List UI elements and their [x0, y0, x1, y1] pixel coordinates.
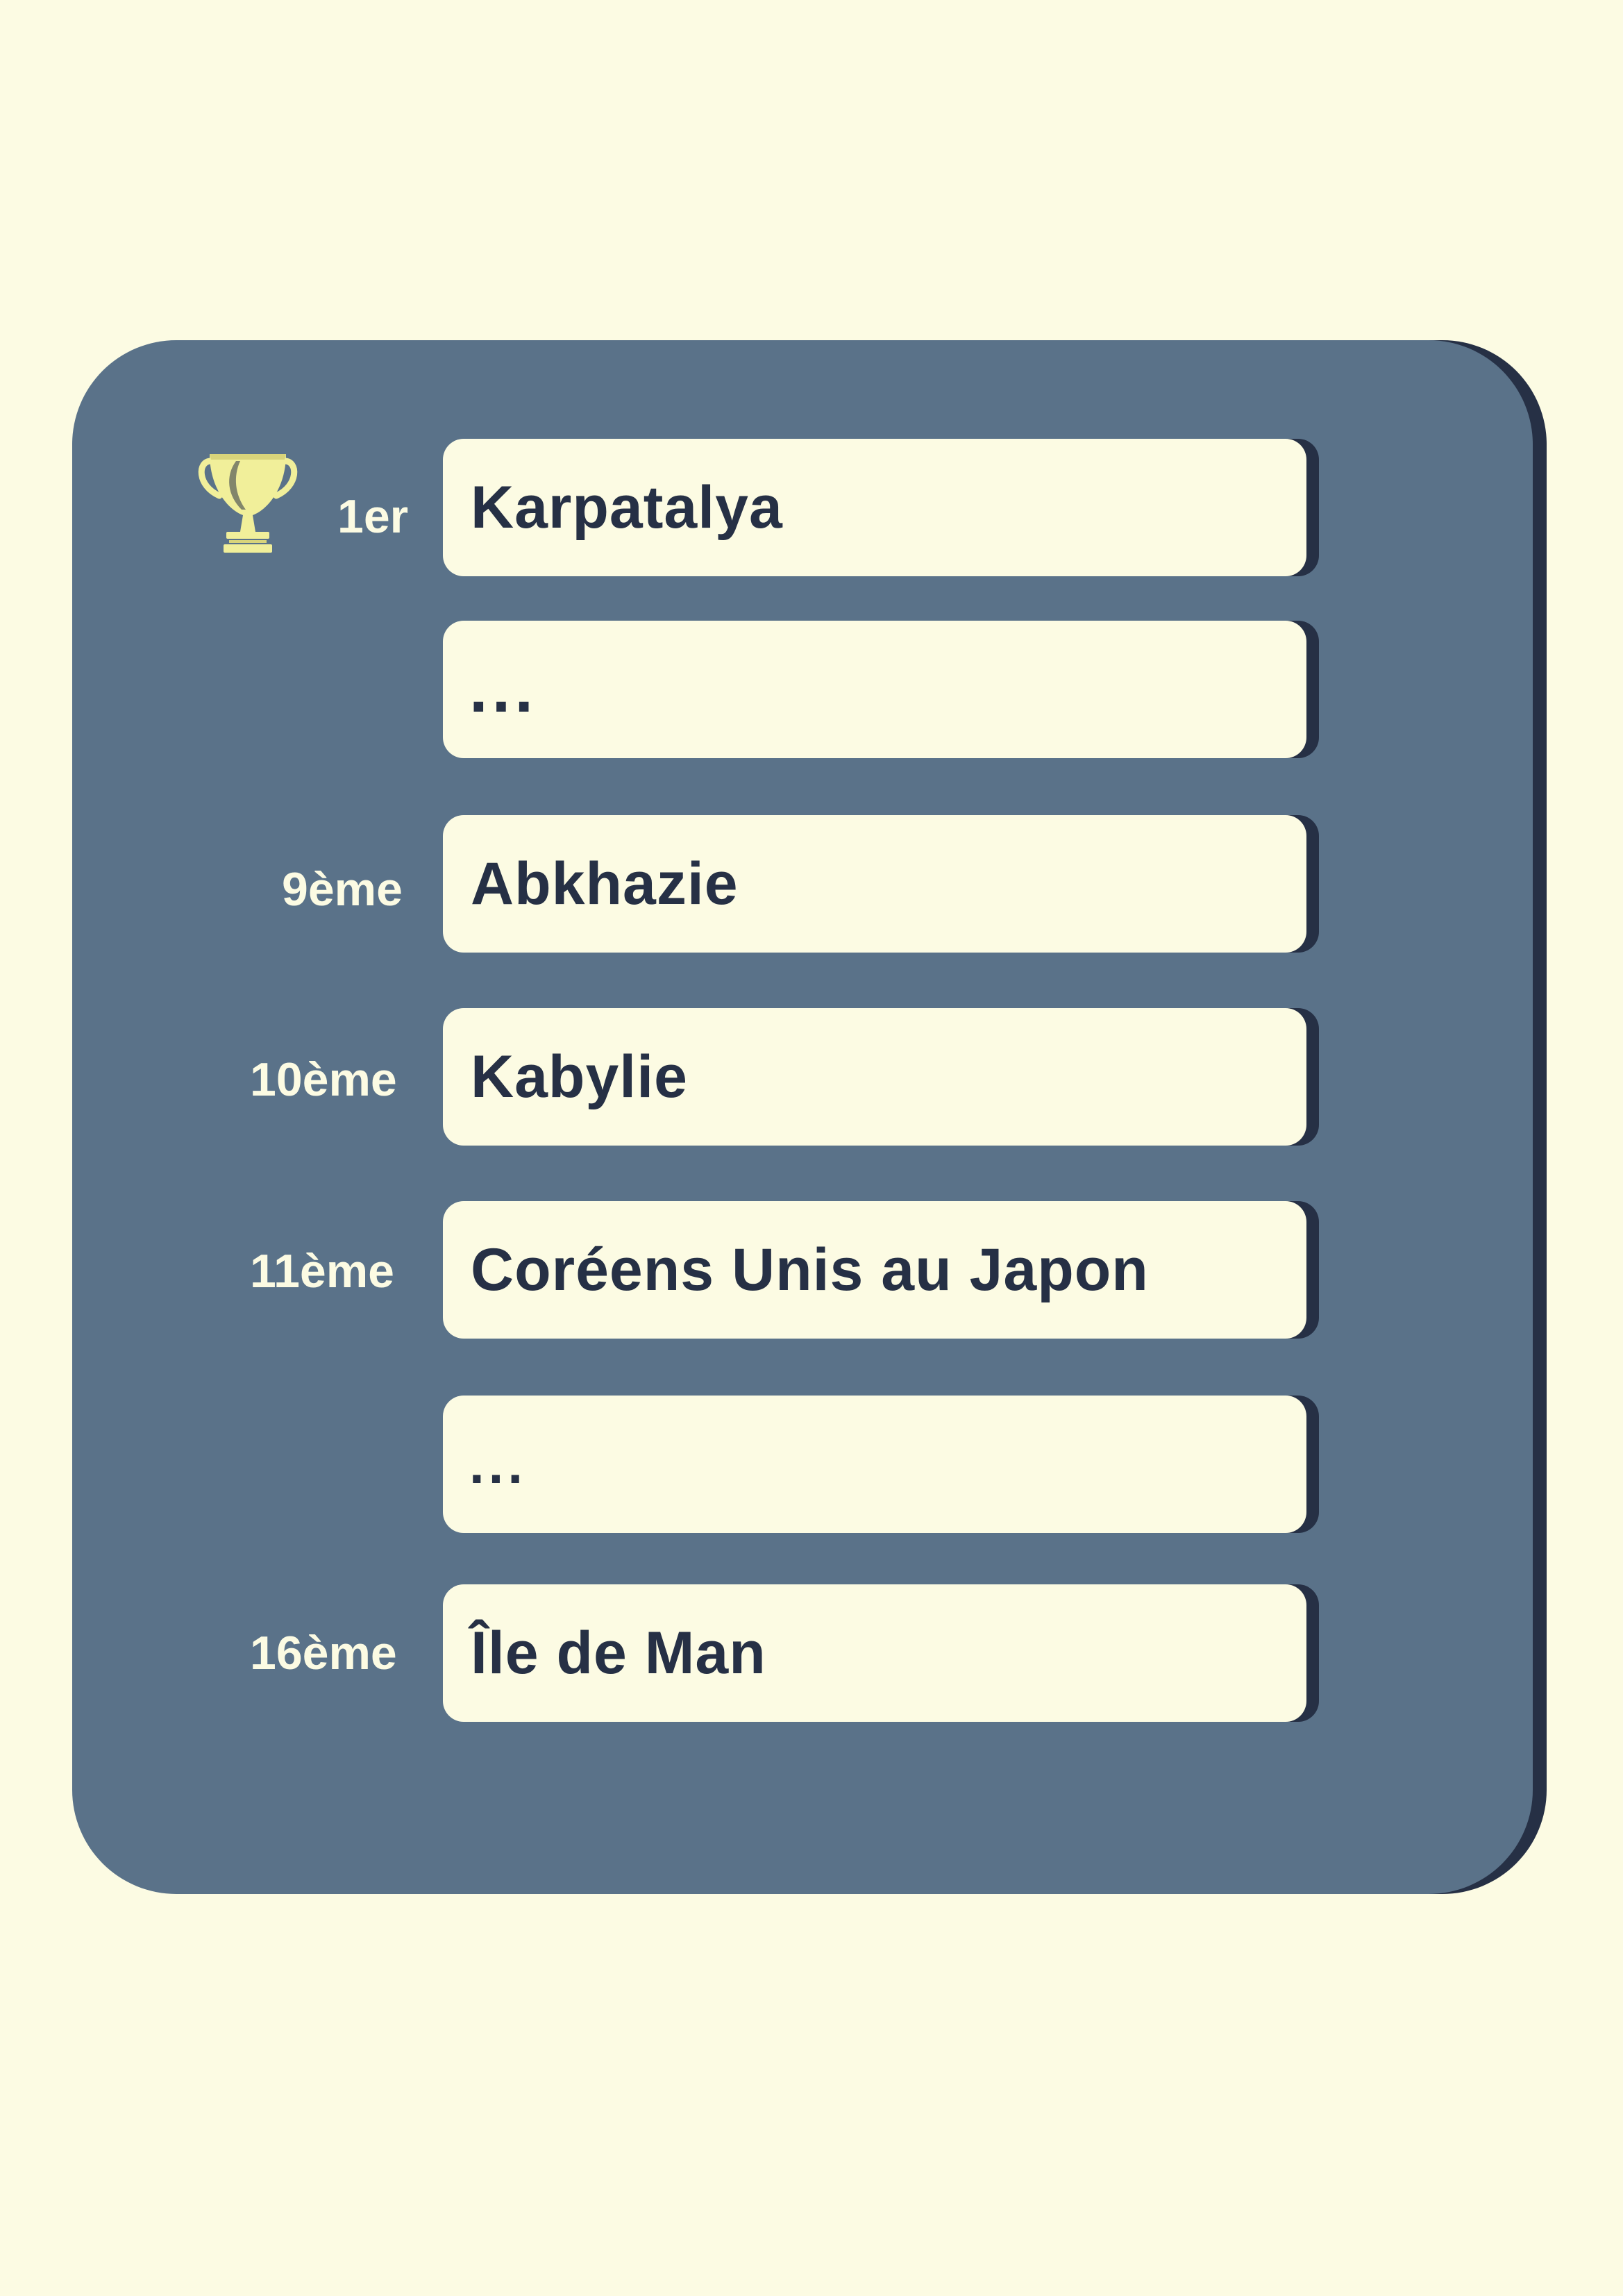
- list-item-name: ...: [469, 1434, 528, 1495]
- list-item: Coréens Unis au Japon: [443, 1201, 1306, 1339]
- list-item-name: Abkhazie: [471, 850, 739, 917]
- list-item: Karpatalya: [443, 439, 1306, 576]
- list-item: ...: [443, 621, 1306, 758]
- list-item-name: Coréens Unis au Japon: [471, 1237, 1149, 1303]
- list-item-name: Karpatalya: [471, 474, 783, 541]
- rank-label: 10ème: [250, 1053, 397, 1106]
- list-item: Île de Man: [443, 1584, 1306, 1722]
- rank-label: 1er: [337, 490, 409, 543]
- list-item: ...: [443, 1396, 1306, 1533]
- list-item-name: Kabylie: [471, 1044, 688, 1110]
- list-item-name: Île de Man: [471, 1620, 766, 1686]
- list-item-name: ...: [469, 652, 538, 726]
- rank-label: 9ème: [282, 863, 403, 916]
- list-item: Kabylie: [443, 1008, 1306, 1146]
- rank-label: 16ème: [250, 1627, 397, 1679]
- trophy-icon: [198, 454, 298, 553]
- rank-label: 11ème: [250, 1245, 394, 1298]
- list-item: Abkhazie: [443, 815, 1306, 953]
